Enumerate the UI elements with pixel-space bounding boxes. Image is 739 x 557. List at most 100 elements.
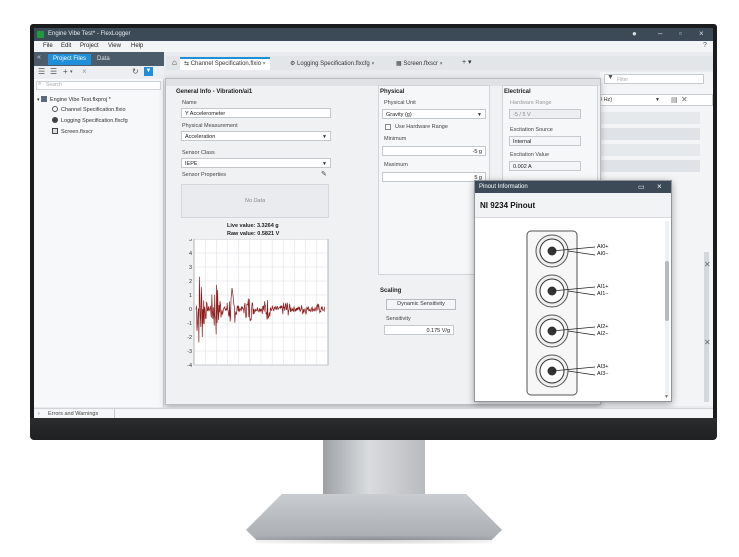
tab-logging-specification[interactable]: ⚙ Logging Specification.flxcfg ×	[286, 57, 378, 70]
tree-label: Logging Specification.flxcfg	[61, 118, 128, 124]
pin-label-plus: AI2+	[597, 324, 609, 330]
refresh-icon[interactable]: ↻	[132, 67, 139, 76]
live-value: Live value: 3.3264 g	[227, 223, 279, 229]
maximum-input[interactable]: 5 g	[382, 172, 486, 182]
settings-icon[interactable]: ▤	[671, 96, 678, 104]
pinout-title-bar: Pinout Information ▭ ×	[475, 181, 671, 193]
menu-edit[interactable]: Edit	[61, 43, 71, 49]
project-file-icon	[40, 96, 47, 102]
excitation-source-select[interactable]: Internal	[509, 136, 581, 146]
remove-icon[interactable]: ✕	[681, 95, 688, 104]
user-icon[interactable]: ●	[632, 29, 637, 38]
tab-close-icon[interactable]: ×	[263, 61, 266, 67]
maximum-label: Maximum	[384, 162, 408, 168]
y-tick-label: 3	[189, 265, 192, 271]
tab-screen[interactable]: ▦ Screen.flxscr ×	[392, 57, 447, 70]
add-dropdown-icon[interactable]: ▾	[70, 69, 73, 75]
no-data-box: No Data	[181, 184, 329, 218]
project-toolbar: ☰ ☰ + ▾ × ↻ ▼	[34, 66, 164, 79]
scroll-down-icon[interactable]: ▼	[664, 394, 669, 400]
table-row[interactable]	[600, 144, 700, 156]
excitation-value-input[interactable]: 0.002 A	[509, 161, 581, 171]
y-tick-label: -3	[187, 349, 192, 355]
menu-project[interactable]: Project	[80, 43, 99, 49]
right-dropdown[interactable]: 0 Hz) ▼ ▤ ✕	[599, 94, 713, 106]
pinout-scrollbar[interactable]	[665, 221, 669, 397]
side-x-icon[interactable]: ✕	[704, 260, 711, 269]
y-tick-label: -4	[187, 363, 192, 369]
chevron-down-icon: ▼	[655, 97, 660, 103]
use-hardware-range-checkbox[interactable]	[385, 124, 391, 130]
tree-item-logging-spec[interactable]: Logging Specification.flxcfg	[52, 117, 128, 124]
raw-value: Raw value: 0.5821 V	[227, 231, 280, 237]
table-row[interactable]	[600, 160, 700, 172]
minimum-input[interactable]: -5 g	[382, 146, 486, 156]
y-tick-label: 1	[189, 293, 192, 299]
table-row[interactable]	[600, 112, 700, 124]
help-icon[interactable]: ?	[703, 42, 707, 49]
document-tab-strip: ⌂ ⇆ Channel Specification.flxio × ⚙ Logg…	[166, 56, 713, 70]
tab-label: Logging Specification.flxcfg	[297, 61, 370, 67]
tree-item-screen[interactable]: Screen.flxscr	[52, 128, 93, 135]
menu-file[interactable]: File	[43, 43, 53, 49]
y-tick-label: -2	[187, 335, 192, 341]
vertical-scrollbar[interactable]	[704, 252, 709, 402]
status-bar: › Errors and Warnings	[34, 408, 713, 418]
dynamic-sensitivity-button[interactable]: Dynamic Sensitivity	[386, 299, 456, 310]
sensitivity-label: Sensitivity	[386, 316, 411, 322]
window-title: Engine Vibe Test* - FlexLogger	[48, 31, 131, 37]
expand-arrow-icon[interactable]: ›	[38, 411, 40, 417]
tab-data[interactable]: Data	[92, 54, 115, 65]
side-x-icon-2[interactable]: ✕	[704, 338, 711, 347]
pinout-scroll-thumb[interactable]	[665, 261, 669, 321]
pin-label-minus: AI2−	[597, 331, 609, 337]
module-name: NI 9234 Pinout	[480, 201, 536, 210]
project-search-input[interactable]: Search	[36, 81, 161, 90]
hardware-range-label: Hardware Range	[510, 100, 552, 106]
collapse-arrow-icon[interactable]: «	[37, 54, 41, 61]
channel-spec-icon	[52, 106, 58, 112]
tab-close-icon[interactable]: ×	[440, 61, 443, 67]
pin-label-plus: AI1+	[597, 284, 609, 290]
tab-project-files[interactable]: Project Files	[48, 54, 92, 65]
gear-icon	[52, 117, 58, 123]
errors-and-warnings[interactable]: Errors and Warnings	[48, 411, 98, 417]
table-row[interactable]	[600, 128, 700, 140]
physical-measurement-select[interactable]: Acceleration	[181, 131, 331, 141]
y-tick-label: 2	[189, 279, 192, 285]
monitor-chin	[30, 418, 717, 440]
electrical-title: Electrical	[504, 89, 531, 95]
search-icon: ⌕	[38, 81, 42, 87]
new-tab-icon[interactable]: + ▾	[458, 57, 476, 70]
minimize-icon[interactable]: –	[658, 29, 662, 38]
name-input[interactable]: Y Accelerometer	[181, 108, 331, 118]
delete-icon[interactable]: ×	[82, 67, 87, 76]
tab-close-icon[interactable]: ×	[371, 61, 374, 67]
sensor-class-select[interactable]: IEPE	[181, 158, 331, 168]
maximize-icon[interactable]: ▫	[679, 29, 682, 38]
home-icon[interactable]: ⌂	[168, 57, 181, 70]
edit-pencil-icon[interactable]: ✎	[321, 170, 327, 178]
filter-input[interactable]: Filter	[604, 74, 704, 84]
list-view-icon[interactable]: ☰	[38, 67, 45, 76]
monitor-stand-neck	[323, 440, 425, 502]
filter-icon[interactable]: ▼	[144, 67, 153, 76]
close-icon[interactable]: ×	[657, 182, 662, 191]
use-hardware-range-label: Use Hardware Range	[395, 124, 448, 130]
app-icon	[37, 31, 44, 38]
sensor-class-label: Sensor Class	[182, 150, 215, 156]
add-icon[interactable]: +	[63, 67, 68, 76]
hardware-range-input: -5 / 5 V	[509, 109, 581, 119]
tree-item-channel-spec[interactable]: Channel Specification.flxio	[52, 106, 126, 113]
sensitivity-input[interactable]: 0.175 V/g	[384, 325, 454, 335]
physical-unit-select[interactable]: Gravity (g)	[382, 109, 486, 119]
physical-unit-label: Physical Unit	[384, 100, 416, 106]
menu-view[interactable]: View	[108, 43, 121, 49]
maximize-icon[interactable]: ▭	[638, 183, 645, 191]
detail-view-icon[interactable]: ☰	[50, 67, 57, 76]
tab-channel-specification[interactable]: ⇆ Channel Specification.flxio ×	[180, 57, 270, 70]
tree-item-project[interactable]: ▾ Engine Vibe Test.flxproj *	[37, 96, 111, 103]
pinout-information-window: Pinout Information ▭ × NI 9234 Pinout AI…	[474, 180, 672, 402]
menu-help[interactable]: Help	[131, 43, 143, 49]
close-icon[interactable]: ×	[699, 29, 704, 38]
